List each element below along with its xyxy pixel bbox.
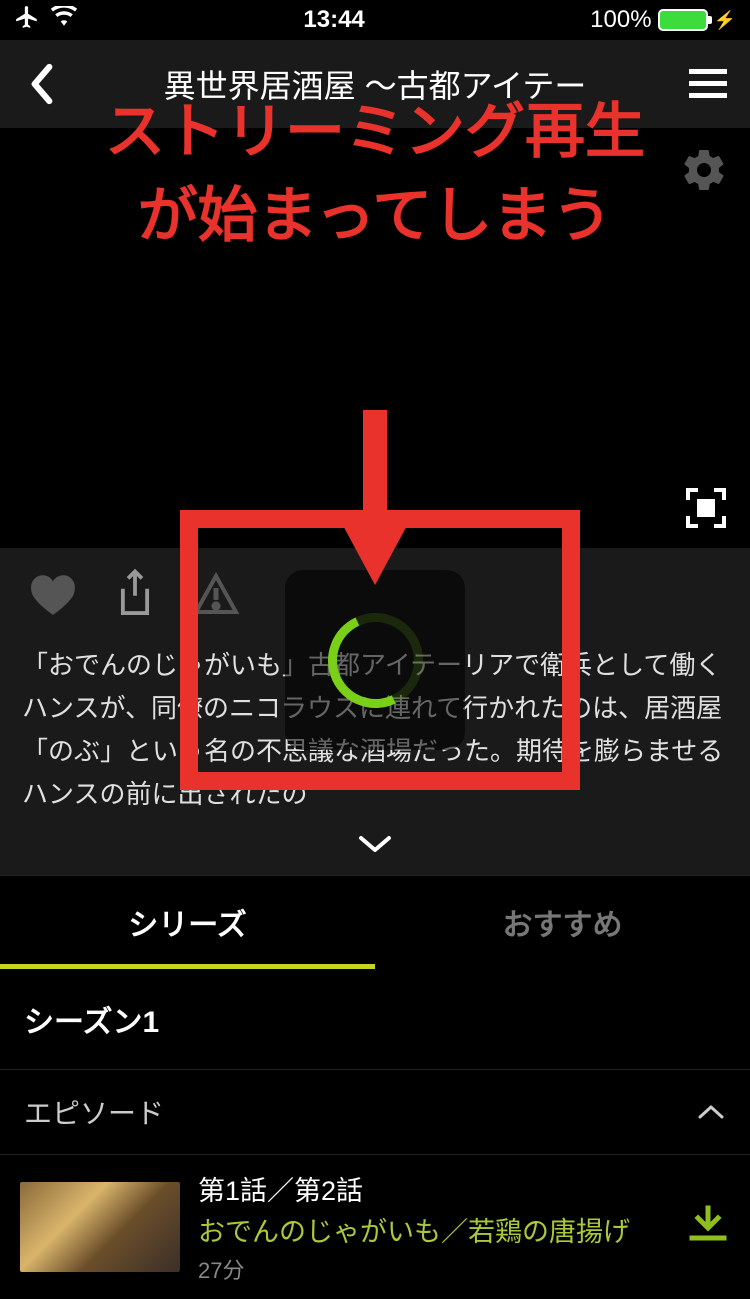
episodes-label: エピソード [24,1092,164,1132]
episode-title: 第1話／第2話 [198,1169,668,1208]
battery-percent: 100% [590,6,651,34]
charging-icon: ⚡ [714,10,736,31]
episode-row[interactable]: 第1話／第2話 おでんのじゃがいも／若鶏の唐揚げ 27分 [0,1154,750,1299]
season-label: シーズン1 [0,969,750,1069]
chevron-up-icon [696,1096,726,1128]
expand-description-button[interactable] [0,828,750,875]
download-button[interactable] [686,1204,730,1249]
warning-icon[interactable] [192,572,240,616]
airplane-icon [14,4,40,37]
annotation-text: ストリーミング再生 が始まってしまう [0,90,750,258]
status-time: 13:44 [303,6,364,34]
status-bar: 13:44 100% ⚡ [0,0,750,40]
fullscreen-button[interactable] [684,486,728,530]
share-button[interactable] [114,568,156,620]
episode-subtitle: おでんのじゃがいも／若鶏の唐揚げ [198,1210,668,1249]
tab-recommend[interactable]: おすすめ [375,876,750,969]
tabs: シリーズ おすすめ [0,875,750,969]
episode-duration: 27分 [198,1253,668,1285]
episode-info: 第1話／第2話 おでんのじゃがいも／若鶏の唐揚げ 27分 [198,1169,668,1285]
tab-series[interactable]: シリーズ [0,876,375,969]
loading-spinner [285,570,465,750]
wifi-icon [50,6,78,35]
episodes-toggle[interactable]: エピソード [0,1069,750,1154]
annotation-arrow-icon [335,410,415,595]
battery-icon [658,9,708,31]
favorite-button[interactable] [28,571,78,617]
episode-thumbnail [20,1182,180,1272]
